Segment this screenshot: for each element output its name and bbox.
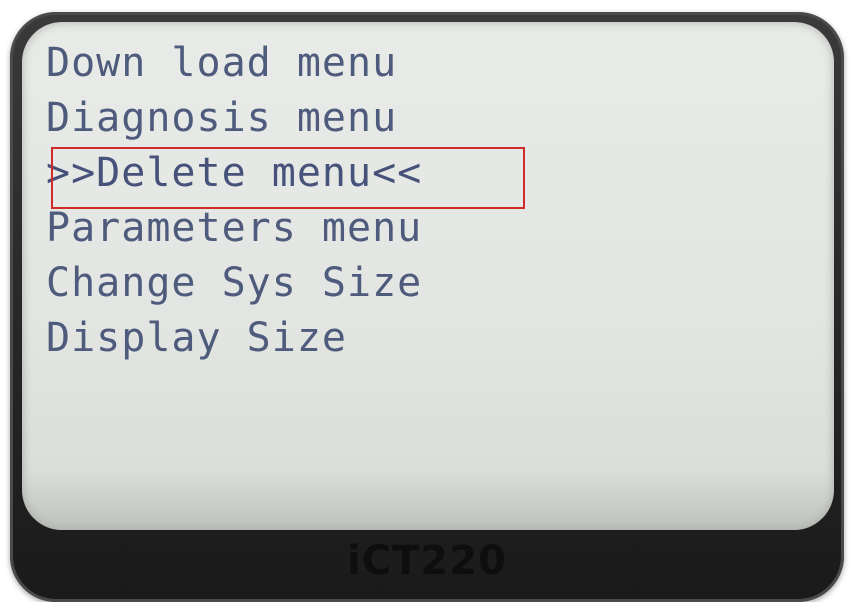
- menu-item-download[interactable]: Down load menu: [46, 36, 422, 91]
- main-menu: Down load menu Diagnosis menu >>Delete m…: [46, 36, 422, 366]
- menu-item-delete[interactable]: >>Delete menu<<: [46, 146, 422, 201]
- payment-terminal-device: Down load menu Diagnosis menu >>Delete m…: [0, 0, 854, 602]
- menu-item-change-sys-size[interactable]: Change Sys Size: [46, 256, 422, 311]
- screen-shade: [22, 470, 834, 530]
- menu-item-parameters[interactable]: Parameters menu: [46, 201, 422, 256]
- menu-item-display-size[interactable]: Display Size: [46, 311, 422, 366]
- menu-item-diagnosis[interactable]: Diagnosis menu: [46, 91, 422, 146]
- device-model-label: iCT220: [347, 538, 507, 584]
